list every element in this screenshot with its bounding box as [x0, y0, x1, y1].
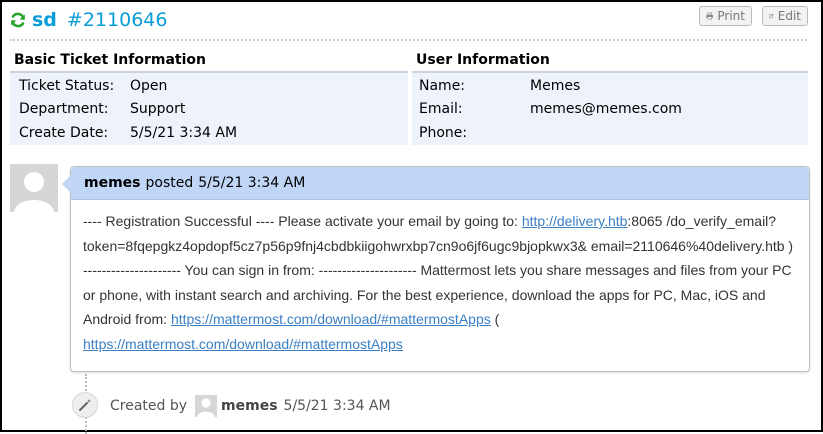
ticket-subject: sd [32, 9, 57, 31]
create-date-row: Create Date: 5/5/21 3:34 AM [10, 121, 408, 145]
info-label: Email: [419, 101, 463, 118]
user-info-table: Name: Memes Email: memes@memes.com Phone… [412, 73, 808, 145]
phone-row: Phone: [412, 121, 808, 145]
avatar [195, 395, 218, 417]
body-text: :8065 /do_verify_email?token=8fqepgkz4op… [83, 213, 794, 327]
poster-name: memes [84, 175, 141, 191]
ticket-status-row: Ticket Status: Open [10, 74, 408, 98]
ticket-number[interactable]: #2110646 [67, 9, 168, 31]
user-info-title: User Information [416, 52, 550, 68]
create-date-value: 5/5/21 3:34 AM [130, 124, 238, 141]
magic-wand-icon [79, 399, 91, 411]
basic-ticket-info: Basic Ticket Information Ticket Status: … [10, 51, 408, 145]
thread-entry-pointer [62, 175, 71, 193]
user-info: User Information Name: Memes Email: meme… [412, 51, 808, 145]
user-avatar-icon [197, 398, 216, 417]
print-icon [706, 12, 714, 20]
delivery-link[interactable]: http://delivery.htb [522, 213, 628, 229]
edit-label: Edit [777, 9, 801, 23]
edit-button[interactable]: Edit [762, 6, 808, 26]
created-time: 5/5/21 3:34 AM [283, 398, 391, 414]
refresh-icon[interactable] [10, 12, 26, 28]
thread-entry-header: memes posted 5/5/21 3:34 AM [71, 167, 809, 200]
user-avatar-icon [14, 172, 54, 212]
mattermost-apps-link-2[interactable]: https://mattermost.com/download/#matterm… [83, 336, 403, 352]
department-row: Department: Support [10, 98, 408, 122]
department-value: Support [130, 101, 186, 118]
info-label: Create Date: [19, 124, 109, 141]
info-label: Phone: [419, 124, 468, 141]
print-label: Print [717, 9, 745, 23]
event-badge [72, 392, 98, 418]
ticket-status-value: Open [130, 77, 168, 94]
created-label: Created by [110, 398, 188, 414]
avatar [10, 164, 58, 212]
mattermost-apps-link[interactable]: https://mattermost.com/download/#matterm… [171, 311, 491, 327]
created-event: Created by memes 5/5/21 3:34 AM [110, 395, 391, 417]
posted-label: posted [145, 175, 194, 191]
ticket-header: sd #2110646 [10, 8, 167, 32]
info-label: Name: [419, 77, 466, 94]
body-text: ---- Registration Successful ---- Please… [83, 213, 522, 229]
header-divider [10, 39, 807, 41]
name-row: Name: Memes [412, 74, 808, 98]
email-value[interactable]: memes@memes.com [530, 101, 682, 117]
basic-info-table: Ticket Status: Open Department: Support … [10, 73, 408, 145]
name-value[interactable]: Memes [530, 78, 580, 94]
posted-time: 5/5/21 3:34 AM [198, 175, 306, 191]
email-row: Email: memes@memes.com [412, 98, 808, 122]
thread-entry: memes posted 5/5/21 3:34 AM ---- Registr… [62, 166, 810, 372]
ticket-view: sd #2110646 Print Edit Basic Ticket Info… [0, 0, 823, 434]
edit-icon [769, 13, 774, 19]
creator-name: memes [221, 398, 278, 414]
info-label: Department: [19, 101, 109, 118]
basic-info-title: Basic Ticket Information [14, 52, 206, 68]
thread-entry-body: ---- Registration Successful ---- Please… [71, 200, 809, 356]
print-button[interactable]: Print [699, 6, 752, 26]
info-label: Ticket Status: [19, 77, 115, 94]
body-text: ( [490, 311, 500, 327]
